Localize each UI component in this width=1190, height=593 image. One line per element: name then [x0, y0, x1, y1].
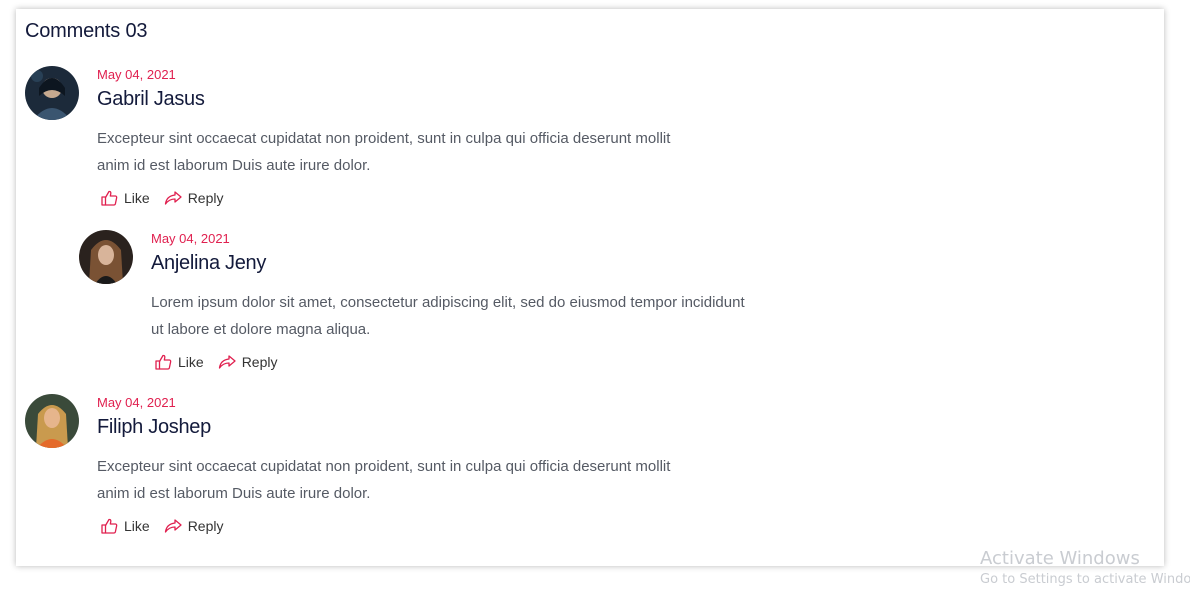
comment-author: Gabril Jasus [97, 88, 205, 110]
avatar[interactable] [25, 394, 79, 448]
share-arrow-icon [164, 519, 182, 533]
thumbs-up-icon [101, 518, 118, 534]
like-label: Like [178, 354, 204, 370]
comment-author: Filiph Joshep [97, 416, 211, 438]
share-arrow-icon [218, 355, 236, 369]
comments-heading: Comments 03 [25, 20, 148, 42]
like-button[interactable]: Like [101, 190, 150, 206]
comment-text: Excepteur sint occaecat cupidatat non pr… [97, 130, 671, 174]
share-arrow-icon [164, 191, 182, 205]
comment-actions: Like Reply [101, 518, 237, 534]
like-button[interactable]: Like [101, 518, 150, 534]
comment-date: May 04, 2021 [97, 395, 176, 410]
reply-button[interactable]: Reply [164, 518, 224, 534]
like-label: Like [124, 190, 150, 206]
watermark-title: Activate Windows [980, 548, 1140, 569]
reply-button[interactable]: Reply [164, 190, 224, 206]
comment-text: Excepteur sint occaecat cupidatat non pr… [97, 458, 671, 502]
avatar[interactable] [79, 230, 133, 284]
activation-watermark: Activate Windows Go to Settings to activ… [980, 548, 1190, 587]
thumbs-up-icon [155, 354, 172, 370]
comments-card: Comments 03 May 04, 2021 Gabril Jasus Ex… [16, 9, 1164, 566]
comment-actions: Like Reply [155, 354, 291, 370]
watermark-subtitle: Go to Settings to activate Windows. [980, 572, 1190, 587]
reply-label: Reply [187, 190, 224, 206]
reply-button[interactable]: Reply [218, 354, 278, 370]
like-label: Like [124, 518, 150, 534]
thumbs-up-icon [101, 190, 118, 206]
comment-date: May 04, 2021 [97, 67, 176, 82]
comment-author: Anjelina Jeny [151, 252, 267, 274]
avatar[interactable] [25, 66, 79, 120]
reply-label: Reply [241, 354, 278, 370]
comment-text: Lorem ipsum dolor sit amet, consectetur … [151, 294, 745, 338]
reply-label: Reply [187, 518, 224, 534]
like-button[interactable]: Like [155, 354, 204, 370]
comment-actions: Like Reply [101, 190, 237, 206]
comment-date: May 04, 2021 [151, 231, 230, 246]
